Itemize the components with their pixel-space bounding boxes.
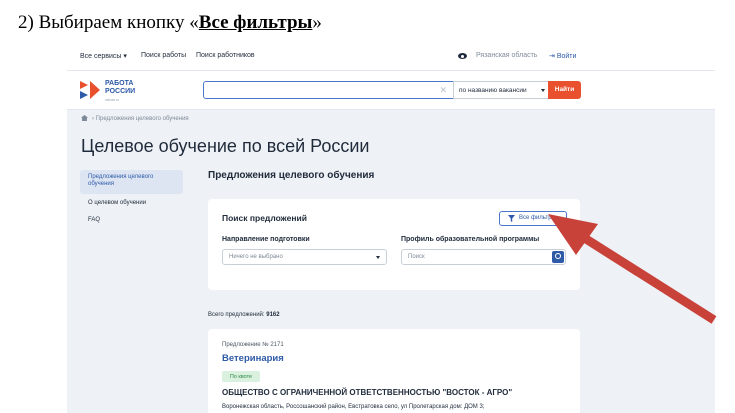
sidebar-item-label: Предложения целевого: [88, 174, 154, 180]
region-selector[interactable]: Рязанская область: [476, 52, 537, 59]
all-services-menu[interactable]: Все сервисы ▾: [80, 52, 127, 60]
logo-text[interactable]: РАБОТА РОССИИ: [105, 80, 135, 96]
profile-search-input[interactable]: Поиск: [401, 249, 566, 265]
profile-label: Профиль образовательной программы: [401, 236, 540, 243]
search-card: Поиск предложений Все фильтры Направлени…: [208, 199, 580, 290]
login-label: Войти: [556, 53, 577, 60]
accessibility-eye-icon[interactable]: [458, 53, 467, 59]
offer-organization: ОБЩЕСТВО С ОГРАНИЧЕННОЙ ОТВЕТСТВЕННОСТЬЮ…: [222, 388, 513, 397]
login-link[interactable]: ⇥ Войти: [549, 52, 576, 60]
direction-select[interactable]: Ничего не выбрано: [222, 249, 387, 265]
login-arrow-icon: ⇥: [549, 53, 557, 60]
offer-number: Предложение № 2171: [222, 342, 284, 348]
chevron-down-icon: [541, 89, 545, 92]
search-card-title: Поиск предложений: [222, 213, 307, 223]
heading-prefix: 2) Выбираем кнопку «: [18, 12, 199, 33]
job-search-link[interactable]: Поиск работы: [141, 52, 186, 59]
worker-search-link[interactable]: Поиск работников: [196, 52, 255, 59]
search-mode-select[interactable]: по названию вакансии: [453, 81, 552, 99]
all-filters-button[interactable]: Все фильтры: [499, 211, 567, 226]
breadcrumb-item[interactable]: Предложения целевого обучения: [96, 116, 189, 122]
total-value: 9162: [266, 312, 280, 318]
page-title: Целевое обучение по всей России: [81, 136, 370, 156]
sidebar-item-offers[interactable]: Предложения целевого обучения: [80, 170, 183, 194]
offer-address: Воронежская область, Россошанский район,…: [222, 404, 485, 410]
all-filters-label: Все фильтры: [519, 215, 556, 221]
sidebar-item-about[interactable]: О целевом обучении: [88, 200, 146, 206]
breadcrumb: › Предложения целевого обучения: [81, 115, 189, 122]
total-count: Всего предложений: 9162: [208, 312, 280, 318]
quota-badge: По квоте: [222, 371, 260, 382]
total-label: Всего предложений:: [208, 312, 265, 318]
find-button[interactable]: Найти: [548, 81, 581, 99]
direction-label: Направление подготовки: [222, 236, 310, 243]
heading-suffix: »: [312, 12, 322, 33]
sidebar-item-faq[interactable]: FAQ: [88, 217, 100, 223]
logo-icon[interactable]: [80, 81, 100, 99]
search-mode-value: по названию вакансии: [459, 87, 527, 94]
logo-line2: РОССИИ: [105, 88, 136, 95]
document-heading: 2) Выбираем кнопку «Все фильтры»: [18, 12, 322, 34]
section-title: Предложения целевого обучения: [208, 170, 375, 181]
profile-placeholder: Поиск: [408, 254, 425, 260]
logo-subtext: rabota.ru: [105, 98, 120, 102]
sidebar-item-label: обучения: [88, 181, 115, 187]
top-navigation: Все сервисы ▾ Поиск работы Поиск работни…: [67, 42, 715, 70]
direction-value: Ничего не выбрано: [229, 254, 283, 260]
search-input[interactable]: ✕: [203, 81, 454, 99]
chevron-down-icon: [376, 256, 380, 259]
clear-icon[interactable]: ✕: [439, 85, 447, 96]
heading-button-name: Все фильтры: [198, 12, 313, 33]
search-icon[interactable]: [552, 251, 564, 263]
home-icon[interactable]: [81, 115, 88, 121]
filter-icon: [508, 215, 515, 222]
offer-card[interactable]: Предложение № 2171 Ветеринария По квоте …: [208, 329, 580, 413]
screenshot-frame: Все сервисы ▾ Поиск работы Поиск работни…: [67, 42, 715, 413]
offer-title[interactable]: Ветеринария: [222, 353, 284, 364]
logo-line1: РАБОТА: [105, 80, 134, 87]
site-header: РАБОТА РОССИИ rabota.ru ✕ по названию ва…: [67, 70, 715, 110]
